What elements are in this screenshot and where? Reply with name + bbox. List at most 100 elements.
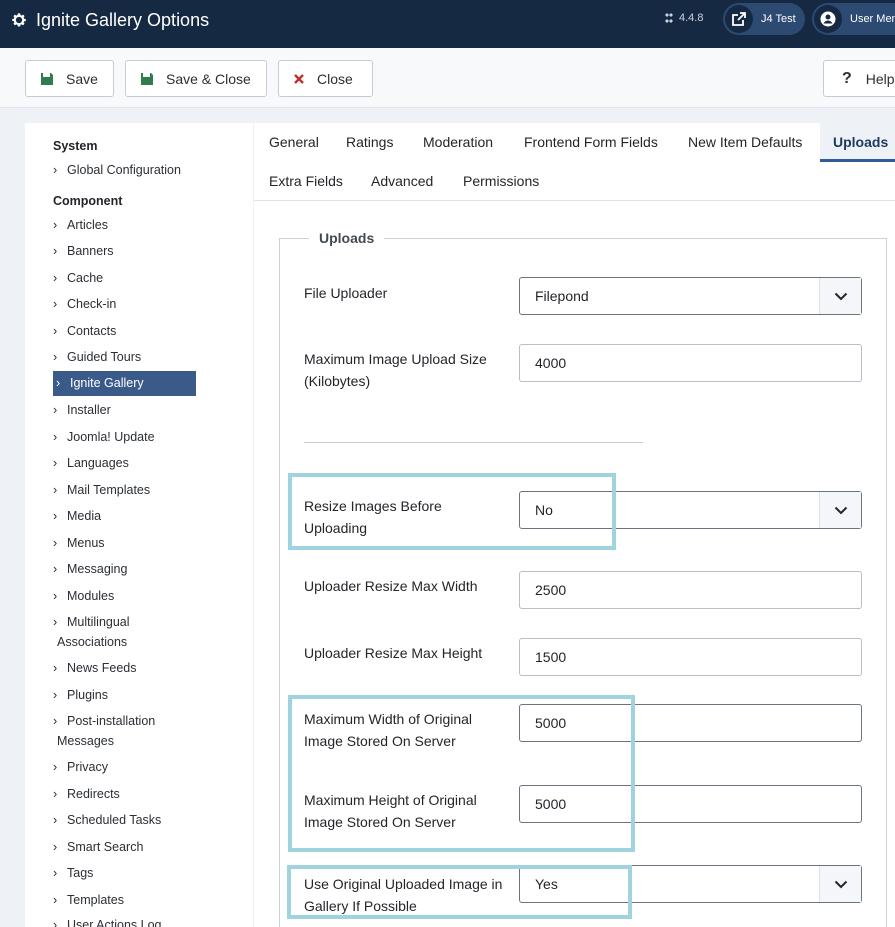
chevron-right-icon: › <box>53 688 58 702</box>
user-icon <box>814 5 842 33</box>
toolbar: Save Save & Close Close ? Help <box>0 48 895 108</box>
highlight-box-resize <box>288 473 616 550</box>
gear-icon <box>12 13 26 27</box>
sidebar-item-messages-continued[interactable]: Messages <box>57 731 200 751</box>
chevron-right-icon: › <box>53 536 58 550</box>
close-button-label: Close <box>317 70 353 87</box>
save-close-button-label: Save & Close <box>166 70 251 87</box>
sidebar-item-smart-search[interactable]: › Smart Search <box>53 837 196 857</box>
sidebar-item-global-configuration[interactable]: › Global Configuration <box>53 160 233 180</box>
chevron-right-icon: › <box>53 787 58 801</box>
chevron-right-icon: › <box>53 918 58 927</box>
tab-moderation[interactable]: Moderation <box>423 134 493 150</box>
user-menu-label: User Menu <box>850 13 895 25</box>
save-close-button[interactable]: Save & Close <box>125 60 267 97</box>
tab-permissions[interactable]: Permissions <box>463 173 539 189</box>
fieldset-legend: Uploads <box>309 230 385 246</box>
sidebar-item-ignite-gallery[interactable]: › Ignite Gallery <box>53 371 196 396</box>
max-upload-size-input[interactable]: 4000 <box>519 344 862 382</box>
sidebar-item-user-actions-log[interactable]: › User Actions Log <box>53 915 196 927</box>
tab-ratings[interactable]: Ratings <box>346 134 393 150</box>
sidebar-item-templates[interactable]: › Templates <box>53 890 196 910</box>
sidebar-item-scheduled-tasks[interactable]: › Scheduled Tasks <box>53 810 196 830</box>
sidebar-heading-system: System <box>53 139 98 153</box>
chevron-right-icon: › <box>53 760 58 774</box>
tab-extra-fields[interactable]: Extra Fields <box>269 173 343 189</box>
resize-max-height-input[interactable]: 1500 <box>519 638 862 676</box>
chevron-right-icon: › <box>53 350 58 364</box>
tab-frontend-form-fields[interactable]: Frontend Form Fields <box>524 134 658 150</box>
save-icon <box>141 72 153 85</box>
sidebar-item-guided-tours[interactable]: › Guided Tours <box>53 347 196 367</box>
resize-max-height-label: Uploader Resize Max Height <box>304 645 483 661</box>
highlight-box-use-original <box>287 865 632 919</box>
chevron-right-icon: › <box>53 430 58 444</box>
help-button-label: Help <box>865 70 895 87</box>
chevron-right-icon: › <box>53 324 58 338</box>
tab-uploads[interactable]: Uploads <box>833 134 888 150</box>
sidebar-item-mail-templates[interactable]: › Mail Templates <box>53 480 196 500</box>
sidebar-item-contacts[interactable]: › Contacts <box>53 321 196 341</box>
tab-advanced[interactable]: Advanced <box>371 173 433 189</box>
joomla-icon <box>665 13 673 23</box>
sidebar-item-media[interactable]: › Media <box>53 506 196 526</box>
sidebar-item-news-feeds[interactable]: › News Feeds <box>53 658 196 678</box>
site-button-label: J4 Test <box>761 13 796 25</box>
chevron-right-icon: › <box>53 509 58 523</box>
chevron-right-icon: › <box>53 840 58 854</box>
save-icon <box>41 72 53 85</box>
chevron-right-icon: › <box>53 589 58 603</box>
page-title: Ignite Gallery Options <box>36 10 210 30</box>
chevron-right-icon: › <box>53 163 58 177</box>
save-button[interactable]: Save <box>25 60 114 97</box>
sidebar-item-cache[interactable]: › Cache <box>53 268 196 288</box>
chevron-right-icon: › <box>53 615 58 629</box>
chevron-down-icon <box>819 866 861 902</box>
site-link-button[interactable]: J4 Test <box>723 3 805 35</box>
sidebar-item-privacy[interactable]: › Privacy <box>53 757 196 777</box>
sidebar-item-associations-continued[interactable]: Associations <box>57 632 200 652</box>
chevron-right-icon: › <box>53 866 58 880</box>
help-icon: ? <box>842 69 852 87</box>
sidebar-item-languages[interactable]: › Languages <box>53 453 196 473</box>
tab-new-item-defaults[interactable]: New Item Defaults <box>688 134 802 150</box>
highlight-box-original-size <box>288 695 635 852</box>
help-button[interactable]: ? Help <box>823 60 895 97</box>
sidebar-item-banners[interactable]: › Banners <box>53 241 196 261</box>
sidebar: System › Global Configuration Component ›… <box>25 123 253 927</box>
sidebar-item-multilingual[interactable]: › Multilingual <box>53 612 196 632</box>
sidebar-item-modules[interactable]: › Modules <box>53 586 196 606</box>
section-divider <box>304 442 643 443</box>
chevron-right-icon: › <box>53 893 58 907</box>
sidebar-item-menus[interactable]: › Menus <box>53 533 196 553</box>
sidebar-item-installer[interactable]: › Installer <box>53 400 196 420</box>
chevron-right-icon: › <box>56 376 61 390</box>
chevron-right-icon: › <box>53 297 58 311</box>
sidebar-item-messaging[interactable]: › Messaging <box>53 559 196 579</box>
sidebar-item-articles[interactable]: › Articles <box>53 215 196 235</box>
resize-max-width-input[interactable]: 2500 <box>519 571 862 609</box>
save-button-label: Save <box>66 70 98 87</box>
close-icon <box>294 73 304 84</box>
version-number: 4.4.8 <box>679 12 704 24</box>
close-button[interactable]: Close <box>278 60 373 97</box>
sidebar-heading-component: Component <box>53 194 123 208</box>
chevron-right-icon: › <box>53 271 58 285</box>
sidebar-item-post-installation[interactable]: › Post-installation <box>53 711 196 731</box>
sidebar-item-redirects[interactable]: › Redirects <box>53 784 196 804</box>
sidebar-item-check-in[interactable]: › Check-in <box>53 294 196 314</box>
tab-general[interactable]: General <box>269 134 319 150</box>
sidebar-item-joomla-update[interactable]: › Joomla! Update <box>53 427 196 447</box>
chevron-right-icon: › <box>53 456 58 470</box>
sidebar-item-tags[interactable]: › Tags <box>53 863 196 883</box>
chevron-right-icon: › <box>53 813 58 827</box>
file-uploader-select[interactable]: Filepond <box>519 277 862 315</box>
chevron-down-icon <box>819 492 861 528</box>
user-menu-button[interactable]: User Menu <box>812 3 895 35</box>
file-uploader-label: File Uploader <box>304 285 388 301</box>
chevron-right-icon: › <box>53 244 58 258</box>
version-label: 4.4.8 <box>664 12 703 24</box>
active-tab-indicator <box>820 159 895 162</box>
app-header: Ignite Gallery Options 4.4.8 J4 Test Use… <box>0 0 895 48</box>
sidebar-item-plugins[interactable]: › Plugins <box>53 685 196 705</box>
